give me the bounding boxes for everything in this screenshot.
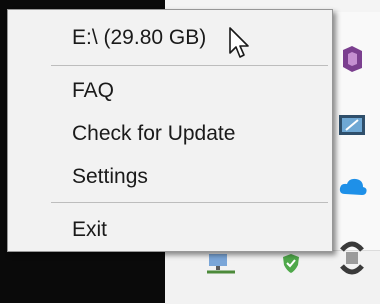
context-menu: E:\ (29.80 GB) FAQ Check for Update Sett… — [7, 9, 333, 252]
menu-separator — [51, 65, 328, 66]
mouse-pointer-icon — [228, 26, 252, 67]
menu-item-exit[interactable]: Exit — [72, 215, 107, 245]
sync-icon[interactable] — [336, 236, 368, 282]
generic-app-icon[interactable] — [340, 44, 366, 74]
shield-check-icon[interactable] — [280, 252, 302, 274]
screen-app-icon[interactable] — [338, 112, 366, 138]
menu-item-drive[interactable]: E:\ (29.80 GB) — [72, 23, 206, 53]
cloud-icon[interactable] — [338, 176, 368, 198]
menu-item-settings[interactable]: Settings — [72, 162, 148, 192]
menu-item-faq[interactable]: FAQ — [72, 76, 114, 106]
menu-item-check-for-update[interactable]: Check for Update — [72, 119, 235, 149]
network-icon[interactable] — [205, 252, 237, 274]
menu-separator — [51, 202, 328, 203]
menu-icon-gutter — [8, 10, 50, 251]
